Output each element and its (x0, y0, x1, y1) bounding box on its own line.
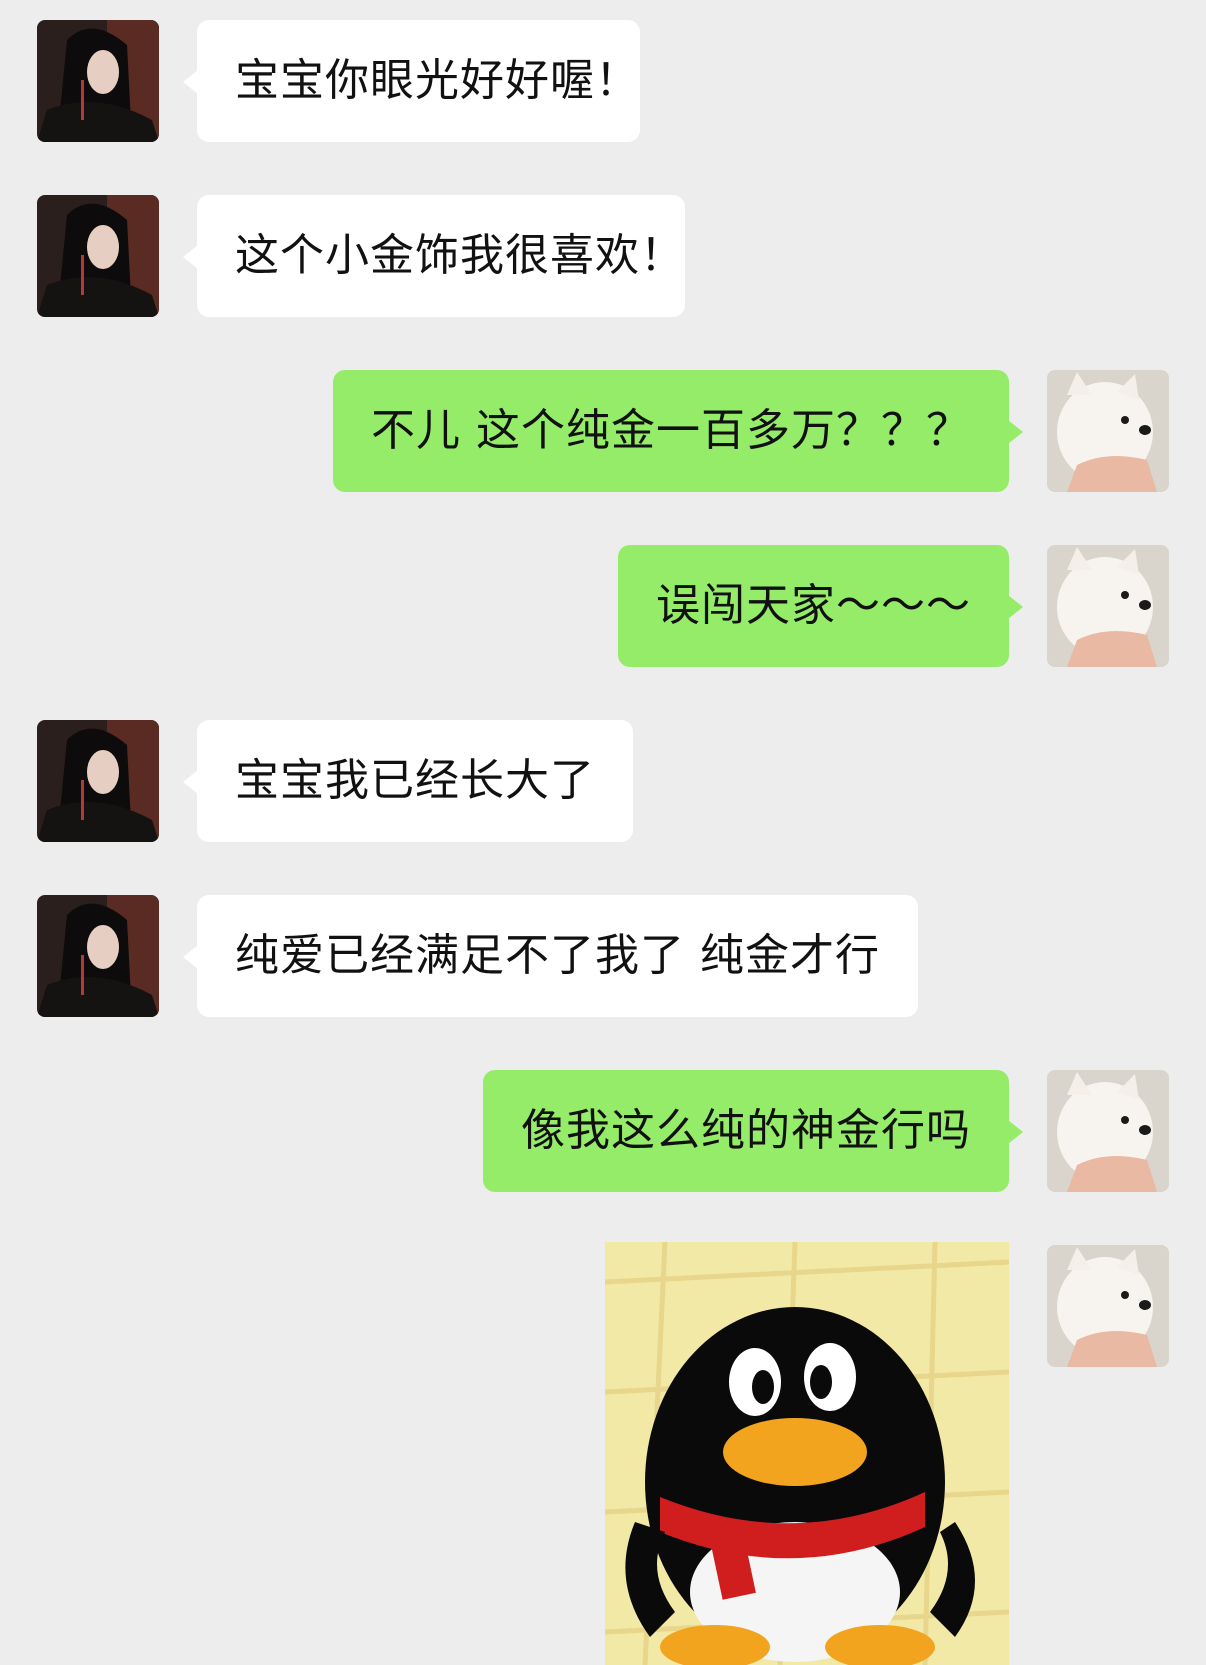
message-text: 像我这么纯的神金行吗 (521, 1105, 971, 1156)
penguin-sticker-image (605, 1242, 1009, 1665)
incoming-message-bubble[interactable]: 这个小金饰我很喜欢！ (183, 195, 685, 317)
incoming-message-bubble[interactable]: 宝宝我已经长大了 (183, 720, 633, 842)
white-dog-icon (1047, 1070, 1169, 1192)
bubble-tail (1008, 595, 1023, 619)
my-avatar[interactable] (1047, 1070, 1169, 1192)
qq-penguin-sticker[interactable] (605, 1242, 1009, 1665)
outgoing-message-bubble[interactable]: 误闯天家～～～ (618, 545, 1023, 667)
my-avatar[interactable] (1047, 545, 1169, 667)
my-avatar[interactable] (1047, 370, 1169, 492)
message-text: 宝宝你眼光好好喔！ (235, 55, 640, 106)
friend-avatar[interactable] (37, 195, 159, 317)
white-dog-icon (1047, 370, 1169, 492)
woman-portrait-icon (37, 895, 159, 1017)
bubble-tail (183, 245, 198, 269)
bubble-tail (1008, 1120, 1023, 1144)
message-text: 纯爱已经满足不了我了 纯金才行 (235, 930, 880, 981)
chat-conversation: 宝宝你眼光好好喔！ 这个小金饰我很喜欢！ 不儿 这个纯金一百多万？？？ 误闯天家… (0, 0, 1206, 1665)
white-dog-icon (1047, 1245, 1169, 1367)
message-text: 不儿 这个纯金一百多万？？？ (371, 405, 971, 456)
bubble-tail (183, 770, 198, 794)
my-avatar[interactable] (1047, 1245, 1169, 1367)
outgoing-message-bubble[interactable]: 像我这么纯的神金行吗 (483, 1070, 1023, 1192)
woman-portrait-icon (37, 720, 159, 842)
incoming-message-bubble[interactable]: 纯爱已经满足不了我了 纯金才行 (183, 895, 918, 1017)
message-text: 这个小金饰我很喜欢！ (235, 230, 685, 281)
outgoing-message-bubble[interactable]: 不儿 这个纯金一百多万？？？ (333, 370, 1023, 492)
message-text: 误闯天家～～～ (656, 580, 971, 631)
woman-portrait-icon (37, 20, 159, 142)
friend-avatar[interactable] (37, 895, 159, 1017)
white-dog-icon (1047, 545, 1169, 667)
woman-portrait-icon (37, 195, 159, 317)
bubble-tail (183, 945, 198, 969)
bubble-tail (1008, 420, 1023, 444)
bubble-tail (183, 70, 198, 94)
incoming-message-bubble[interactable]: 宝宝你眼光好好喔！ (183, 20, 640, 142)
friend-avatar[interactable] (37, 720, 159, 842)
message-text: 宝宝我已经长大了 (235, 755, 595, 806)
friend-avatar[interactable] (37, 20, 159, 142)
